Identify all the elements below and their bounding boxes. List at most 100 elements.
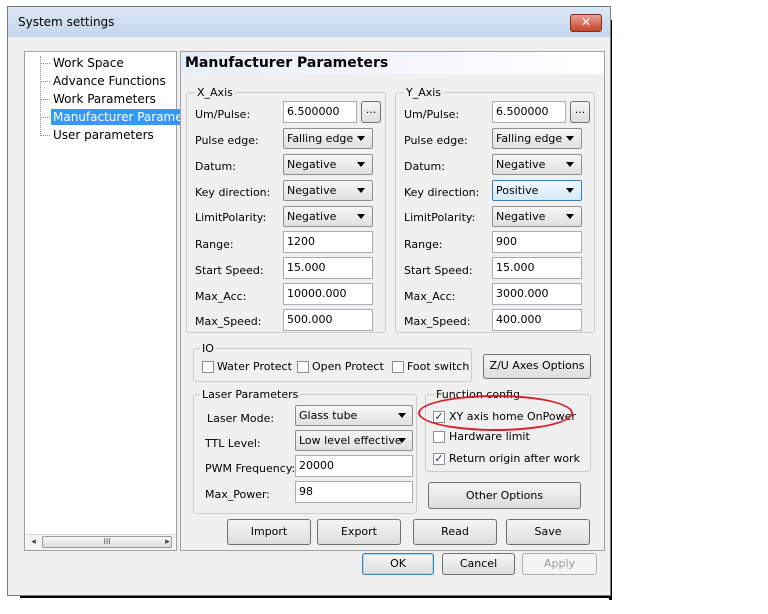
y-limit-polarity-label: LimitPolarity: (404, 211, 476, 224)
manufacturer-parameters-panel: Manufacturer Parameters X_Axis Um/Pulse:… (180, 51, 605, 551)
x-key-direction-value: Negative (287, 184, 337, 197)
y-pulse-edge-value: Falling edge (496, 132, 563, 145)
y-key-direction-value: Positive (496, 184, 539, 197)
x-datum-select[interactable]: Negative (283, 154, 373, 175)
chevron-down-icon (357, 214, 365, 219)
tree-tick (40, 117, 50, 118)
io-legend: IO (200, 342, 216, 355)
x-start-speed-input[interactable]: 15.000 (283, 257, 373, 279)
read-button[interactable]: Read (413, 519, 497, 545)
x-key-direction-label: Key direction: (195, 186, 271, 199)
apply-button[interactable]: Apply (522, 553, 597, 575)
water-protect-label: Water Protect (217, 360, 292, 373)
return-origin-label: Return origin after work (449, 452, 580, 465)
water-protect-checkbox[interactable] (202, 361, 214, 373)
y-start-speed-input[interactable]: 15.000 (492, 257, 582, 279)
x-pulse-edge-label: Pulse edge: (195, 134, 259, 147)
chevron-down-icon (357, 162, 365, 167)
ttl-level-select[interactable]: Low level effective (295, 430, 413, 451)
x-axis-group: X_Axis Um/Pulse: 6.500000 ... Pulse edge… (186, 86, 386, 333)
tree-item-work-parameters[interactable]: Work Parameters (51, 91, 158, 107)
ttl-level-label: TTL Level: (205, 437, 261, 450)
foot-switch-label: Foot switch (407, 360, 470, 373)
tree-item-work-space[interactable]: Work Space (51, 55, 126, 71)
pwm-frequency-label: PWM Frequency: (205, 462, 296, 475)
y-um-pulse-browse-button[interactable]: ... (570, 101, 590, 123)
y-range-input[interactable]: 900 (492, 231, 582, 253)
scroll-left-icon[interactable]: ◂ (26, 535, 41, 550)
laser-mode-label: Laser Mode: (207, 412, 275, 425)
laser-mode-value: Glass tube (299, 409, 358, 422)
tree-horizontal-scrollbar[interactable]: ◂ III ▸ (26, 534, 175, 550)
pwm-frequency-input[interactable]: 20000 (295, 455, 413, 477)
x-datum-value: Negative (287, 158, 337, 171)
x-key-direction-select[interactable]: Negative (283, 180, 373, 201)
ok-button[interactable]: OK (362, 553, 434, 575)
panel-title: Manufacturer Parameters (181, 52, 604, 74)
tree-tick (40, 135, 50, 136)
x-max-acc-input[interactable]: 10000.000 (283, 283, 373, 305)
x-range-input[interactable]: 1200 (283, 231, 373, 253)
y-range-label: Range: (404, 238, 443, 251)
y-um-pulse-input[interactable]: 6.500000 (492, 101, 566, 123)
tree-item-manufacturer-parameters[interactable]: Manufacturer Paramet (51, 109, 190, 125)
y-max-acc-input[interactable]: 3000.000 (492, 283, 582, 305)
x-axis-legend: X_Axis (195, 86, 235, 99)
y-max-speed-input[interactable]: 400.000 (492, 309, 582, 331)
tree-tick (40, 99, 50, 100)
max-power-input[interactable]: 98 (295, 481, 413, 503)
chevron-down-icon (566, 188, 574, 193)
other-options-button[interactable]: Other Options (428, 482, 581, 509)
hardware-limit-label: Hardware limit (449, 430, 530, 443)
title-bar[interactable]: System settings ✕ (8, 7, 610, 37)
return-origin-checkbox[interactable]: ✓ (433, 453, 445, 465)
x-limit-polarity-select[interactable]: Negative (283, 206, 373, 227)
save-button[interactable]: Save (506, 519, 590, 545)
cancel-button[interactable]: Cancel (442, 553, 515, 575)
io-group: IO Water Protect Open Protect Foot switc… (193, 342, 472, 382)
tree-tick (40, 63, 50, 64)
chevron-down-icon (566, 214, 574, 219)
chevron-down-icon (398, 413, 406, 418)
x-start-speed-label: Start Speed: (195, 264, 264, 277)
y-axis-legend: Y_Axis (404, 86, 444, 99)
y-key-direction-select[interactable]: Positive (492, 180, 582, 201)
x-limit-polarity-value: Negative (287, 210, 337, 223)
foot-switch-checkbox[interactable] (392, 361, 404, 373)
laser-mode-select[interactable]: Glass tube (295, 405, 413, 426)
scroll-thumb[interactable]: III (42, 536, 172, 548)
chevron-down-icon (566, 136, 574, 141)
x-max-acc-label: Max_Acc: (195, 290, 247, 303)
settings-tree: Work Space Advance Functions Work Parame… (24, 51, 190, 551)
hardware-limit-checkbox[interactable] (433, 431, 445, 443)
x-max-speed-input[interactable]: 500.000 (283, 309, 373, 331)
close-button[interactable]: ✕ (570, 14, 602, 32)
tree-item-user-parameters[interactable]: User parameters (51, 127, 156, 143)
x-um-pulse-input[interactable]: 6.500000 (283, 101, 357, 123)
open-protect-label: Open Protect (312, 360, 384, 373)
x-limit-polarity-label: LimitPolarity: (195, 211, 267, 224)
chevron-down-icon (566, 162, 574, 167)
y-max-speed-label: Max_Speed: (404, 315, 471, 328)
y-max-acc-label: Max_Acc: (404, 290, 456, 303)
y-pulse-edge-select[interactable]: Falling edge (492, 128, 582, 149)
tree-item-advance-functions[interactable]: Advance Functions (51, 73, 168, 89)
y-limit-polarity-select[interactable]: Negative (492, 206, 582, 227)
y-pulse-edge-label: Pulse edge: (404, 134, 468, 147)
max-power-label: Max_Power: (205, 488, 271, 501)
open-protect-checkbox[interactable] (297, 361, 309, 373)
chevron-down-icon (357, 188, 365, 193)
y-limit-polarity-value: Negative (496, 210, 546, 223)
x-um-pulse-browse-button[interactable]: ... (361, 101, 381, 123)
zu-axes-options-button[interactable]: Z/U Axes Options (483, 354, 591, 379)
tree-guide-line (40, 56, 41, 136)
chevron-down-icon (398, 438, 406, 443)
y-start-speed-label: Start Speed: (404, 264, 473, 277)
scroll-right-icon[interactable]: ▸ (160, 535, 175, 550)
import-button[interactable]: Import (227, 519, 311, 545)
y-datum-select[interactable]: Negative (492, 154, 582, 175)
x-max-speed-label: Max_Speed: (195, 315, 262, 328)
export-button[interactable]: Export (317, 519, 401, 545)
x-datum-label: Datum: (195, 160, 236, 173)
x-pulse-edge-select[interactable]: Falling edge (283, 128, 373, 149)
